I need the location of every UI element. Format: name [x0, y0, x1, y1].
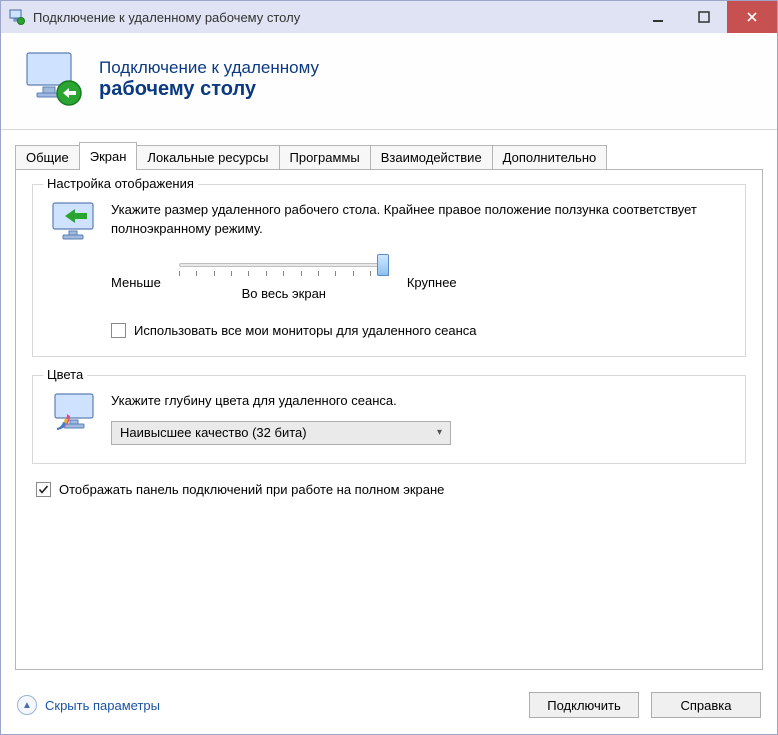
- help-button[interactable]: Справка: [651, 692, 761, 718]
- use-all-monitors-checkbox[interactable]: [111, 323, 126, 338]
- slider-min-label: Меньше: [111, 275, 161, 290]
- color-depth-icon: [51, 392, 99, 432]
- footer: ▲ Скрыть параметры Подключить Справка: [1, 680, 777, 734]
- tab-display[interactable]: Экран: [79, 142, 138, 170]
- use-all-monitors-label: Использовать все мои мониторы для удален…: [134, 323, 477, 338]
- display-description: Укажите размер удаленного рабочего стола…: [111, 201, 727, 239]
- connect-button[interactable]: Подключить: [529, 692, 639, 718]
- banner-line2: рабочему столу: [99, 78, 319, 101]
- display-size-icon: [51, 201, 99, 241]
- colors-description: Укажите глубину цвета для удаленного сеа…: [111, 392, 727, 411]
- app-icon: [9, 9, 25, 25]
- group-display-settings: Настройка отображения Укажите размер уда…: [32, 184, 746, 357]
- resolution-slider-row: Меньше Во весь экран Крупнее: [111, 263, 727, 301]
- window-title: Подключение к удаленному рабочему столу: [33, 10, 635, 25]
- tab-general[interactable]: Общие: [15, 145, 80, 169]
- connection-bar-checkbox[interactable]: [36, 482, 51, 497]
- tab-programs[interactable]: Программы: [279, 145, 371, 169]
- slider-value-label: Во весь экран: [179, 286, 389, 301]
- chevron-down-icon: ▾: [437, 427, 442, 438]
- window-controls: [635, 1, 777, 33]
- hide-options-label: Скрыть параметры: [45, 698, 160, 713]
- minimize-button[interactable]: [635, 1, 681, 33]
- group-display-title: Настройка отображения: [43, 176, 198, 191]
- resolution-slider[interactable]: [179, 263, 389, 276]
- slider-thumb[interactable]: [377, 254, 389, 276]
- colors-column: Укажите глубину цвета для удаленного сеа…: [111, 392, 727, 445]
- close-button[interactable]: [727, 1, 777, 33]
- connection-bar-label: Отображать панель подключений при работе…: [59, 482, 444, 497]
- tabstrip: Общие Экран Локальные ресурсы Программы …: [15, 142, 763, 169]
- connection-bar-row: Отображать панель подключений при работе…: [36, 482, 746, 497]
- tab-advanced[interactable]: Дополнительно: [492, 145, 608, 169]
- group-colors: Цвета Укажите глубину цвета д: [32, 375, 746, 464]
- slider-column: Во весь экран: [179, 263, 389, 301]
- group-colors-title: Цвета: [43, 367, 87, 382]
- hide-options-link[interactable]: ▲ Скрыть параметры: [17, 695, 160, 715]
- rdp-banner-icon: [21, 47, 85, 111]
- tab-local-resources[interactable]: Локальные ресурсы: [136, 145, 279, 169]
- banner: Подключение к удаленному рабочему столу: [1, 33, 777, 130]
- color-depth-select[interactable]: Наивысшее качество (32 бита) ▾: [111, 421, 451, 445]
- content-area: Общие Экран Локальные ресурсы Программы …: [1, 130, 777, 680]
- rdp-window: Подключение к удаленному рабочему столу: [0, 0, 778, 735]
- chevron-up-icon: ▲: [17, 695, 37, 715]
- tab-experience[interactable]: Взаимодействие: [370, 145, 493, 169]
- use-all-monitors-row: Использовать все мои мониторы для удален…: [111, 323, 727, 338]
- slider-max-label: Крупнее: [407, 275, 457, 290]
- tabpage-display: Настройка отображения Укажите размер уда…: [15, 169, 763, 670]
- banner-line1: Подключение к удаленному: [99, 58, 319, 78]
- maximize-button[interactable]: [681, 1, 727, 33]
- titlebar: Подключение к удаленному рабочему столу: [1, 1, 777, 33]
- banner-text: Подключение к удаленному рабочему столу: [99, 58, 319, 101]
- color-depth-value: Наивысшее качество (32 бита): [120, 425, 307, 440]
